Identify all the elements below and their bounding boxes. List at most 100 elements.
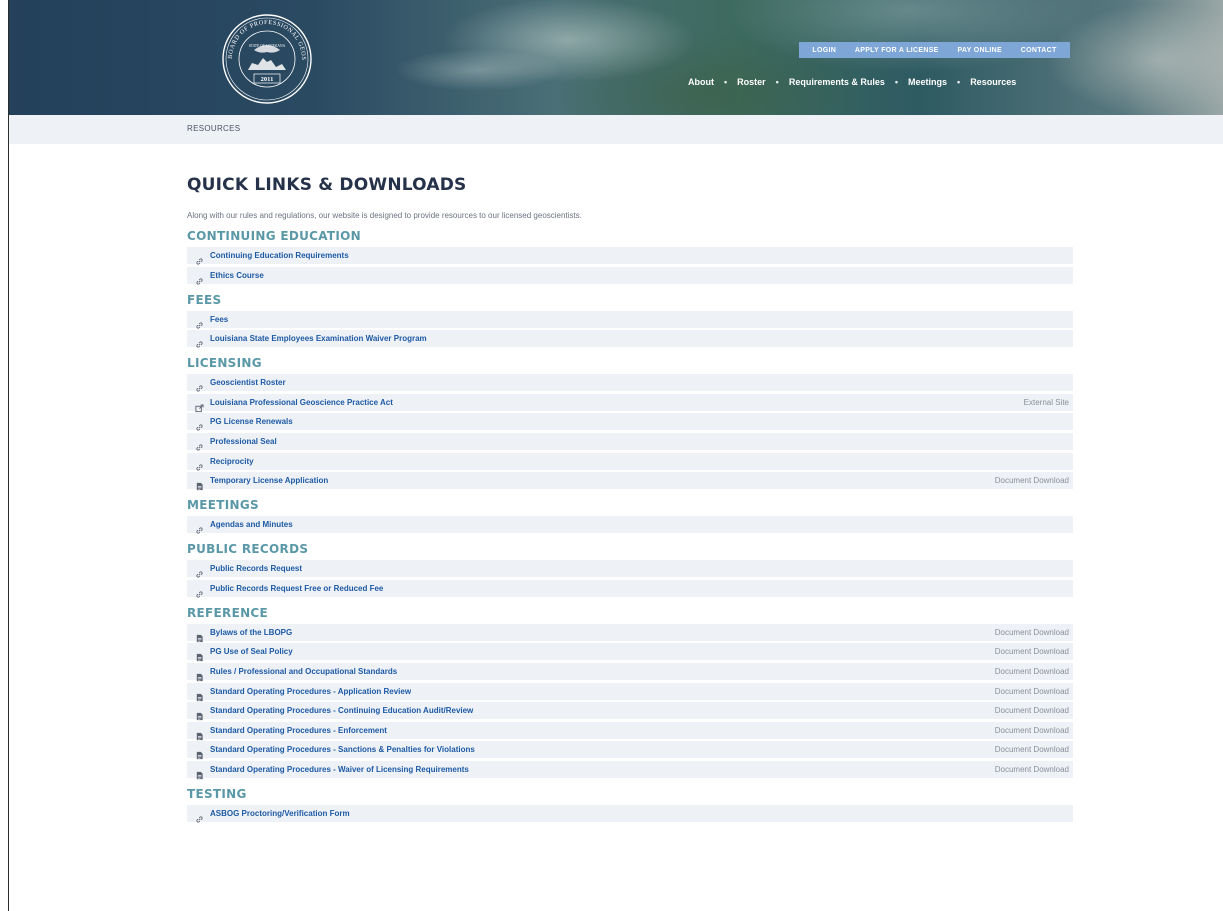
resource-link-row[interactable]: Standard Operating Procedures - Applicat… [187, 682, 1073, 701]
document-icon [195, 667, 204, 682]
resource-link-row[interactable]: Bylaws of the LBOPG Document Download [187, 623, 1073, 642]
resource-link[interactable]: ASBOG Proctoring/Verification Form [210, 809, 350, 818]
resource-link-left: Fees [195, 315, 228, 329]
nav-roster[interactable]: Roster [737, 77, 766, 87]
resource-sections: CONTINUING EDUCATION Continuing Education… [187, 229, 1073, 823]
seal-inner-text: STATE OF LOUISIANA [249, 44, 286, 48]
resource-link[interactable]: Continuing Education Requirements [210, 251, 349, 260]
resource-link[interactable]: Standard Operating Procedures - Applicat… [210, 687, 411, 696]
resource-link-row[interactable]: Public Records Request [187, 560, 1073, 578]
resource-link[interactable]: Standard Operating Procedures - Waiver o… [210, 765, 469, 774]
document-icon [195, 647, 204, 662]
intro-text: Along with our rules and regulations, ou… [187, 211, 582, 220]
resource-link-row[interactable]: Louisiana State Employees Examination Wa… [187, 330, 1073, 348]
resource-link-row[interactable]: PG License Renewals [187, 413, 1073, 431]
link-icon [195, 564, 204, 578]
resource-link[interactable]: Louisiana Professional Geoscience Practi… [210, 398, 393, 407]
resource-link-left: Standard Operating Procedures - Applicat… [195, 687, 411, 701]
resource-type-note: Document Download [994, 725, 1069, 735]
resource-type-note: Document Download [994, 686, 1069, 696]
resource-link[interactable]: Geoscientist Roster [210, 378, 286, 387]
nav-resources[interactable]: Resources [970, 77, 1016, 87]
document-icon [195, 687, 204, 701]
resource-link[interactable]: Temporary License Application [210, 476, 328, 485]
nav-meetings[interactable]: Meetings [908, 77, 947, 87]
main-content: QUICK LINKS & DOWNLOADS Along with our r… [187, 165, 1073, 825]
resource-link-row[interactable]: Professional Seal [187, 432, 1073, 451]
svg-text:BOARD OF PROFESSIONAL GEOSCIEN: BOARD OF PROFESSIONAL GEOSCIENTISTS [218, 12, 307, 61]
page-title: QUICK LINKS & DOWNLOADS [187, 175, 467, 195]
link-icon [195, 271, 204, 285]
resource-link-left: Rules / Professional and Occupational St… [195, 667, 397, 682]
breadcrumb-bar: RESOURCES [9, 115, 1223, 144]
resource-link-row[interactable]: Standard Operating Procedures - Enforcem… [187, 721, 1073, 740]
resource-link[interactable]: PG Use of Seal Policy [210, 647, 293, 656]
resource-link-left: PG License Renewals [195, 417, 293, 431]
resource-link[interactable]: Standard Operating Procedures - Continui… [210, 706, 473, 715]
link-icon [195, 457, 204, 471]
resource-link[interactable]: Professional Seal [210, 437, 277, 446]
resource-link-row[interactable]: Louisiana Professional Geoscience Practi… [187, 393, 1073, 412]
nav-separator: • [957, 77, 961, 87]
resource-link-left: Continuing Education Requirements [195, 251, 349, 265]
nav-about[interactable]: About [688, 77, 714, 87]
resource-link[interactable]: Rules / Professional and Occupational St… [210, 667, 397, 676]
resource-link[interactable]: Public Records Request Free or Reduced F… [210, 584, 383, 593]
document-icon [195, 476, 204, 491]
resource-link-row[interactable]: PG Use of Seal Policy Document Download [187, 643, 1073, 662]
resource-link-row[interactable]: Fees [187, 310, 1073, 329]
resource-link[interactable]: Fees [210, 315, 228, 324]
document-icon [195, 628, 204, 642]
resource-link-left: Louisiana State Employees Examination Wa… [195, 334, 427, 348]
resource-type-note: Document Download [994, 647, 1069, 657]
resource-link[interactable]: Louisiana State Employees Examination Wa… [210, 334, 427, 343]
resource-link-row[interactable]: ASBOG Proctoring/Verification Form [187, 804, 1073, 823]
resource-section: MEETINGS Agendas and Minutes [187, 498, 1073, 534]
resource-link-row[interactable]: Reciprocity [187, 452, 1073, 471]
link-icon [195, 809, 204, 823]
resource-link[interactable]: Ethics Course [210, 271, 264, 280]
section-heading: PUBLIC RECORDS [187, 542, 309, 557]
nav-separator: • [775, 77, 779, 87]
document-icon [195, 706, 204, 721]
resource-type-note: External Site [1023, 397, 1069, 407]
resource-link-left: Reciprocity [195, 457, 254, 471]
apply-for-license-link[interactable]: APPLY FOR A LICENSE [855, 47, 939, 54]
link-icon [195, 378, 204, 392]
resource-link[interactable]: PG License Renewals [210, 417, 293, 426]
resource-link[interactable]: Agendas and Minutes [210, 520, 293, 529]
seal-ring-text: BOARD OF PROFESSIONAL GEOSCIENTISTS [218, 12, 306, 61]
resource-link-row[interactable]: Standard Operating Procedures - Sanction… [187, 741, 1073, 760]
resource-link-left: Public Records Request Free or Reduced F… [195, 584, 383, 598]
resource-link-row[interactable]: Rules / Professional and Occupational St… [187, 662, 1073, 682]
resource-link-row[interactable]: Ethics Course [187, 266, 1073, 285]
resource-link-row[interactable]: Standard Operating Procedures - Continui… [187, 702, 1073, 721]
resource-link-left: Louisiana Professional Geoscience Practi… [195, 398, 393, 412]
resource-link-left: ASBOG Proctoring/Verification Form [195, 809, 350, 823]
resource-link-left: Professional Seal [195, 437, 277, 451]
pay-online-link[interactable]: PAY ONLINE [957, 47, 1002, 54]
breadcrumb: RESOURCES [187, 124, 241, 133]
resource-link-row[interactable]: Standard Operating Procedures - Waiver o… [187, 760, 1073, 780]
seal-logo[interactable]: BOARD OF PROFESSIONAL GEOSCIENTISTS 2011… [218, 12, 316, 106]
external-link-icon [195, 398, 204, 412]
resource-link[interactable]: Standard Operating Procedures - Enforcem… [210, 726, 387, 735]
resource-link-row[interactable]: Agendas and Minutes [187, 516, 1073, 534]
resource-link[interactable]: Bylaws of the LBOPG [210, 628, 292, 637]
resource-link-row[interactable]: Public Records Request Free or Reduced F… [187, 579, 1073, 598]
resource-link[interactable]: Public Records Request [210, 564, 302, 573]
utility-nav: LOGIN APPLY FOR A LICENSE PAY ONLINE CON… [799, 42, 1070, 58]
nav-requirements-rules[interactable]: Requirements & Rules [789, 77, 885, 87]
nav-separator: • [724, 77, 728, 87]
resource-link-row[interactable]: Continuing Education Requirements [187, 247, 1073, 265]
contact-link[interactable]: CONTACT [1021, 47, 1057, 54]
link-icon [195, 584, 204, 598]
resource-link[interactable]: Reciprocity [210, 457, 254, 466]
resource-link-row[interactable]: Temporary License Application Document Do… [187, 472, 1073, 491]
resource-link[interactable]: Standard Operating Procedures - Sanction… [210, 745, 475, 754]
resource-link-left: PG Use of Seal Policy [195, 647, 293, 662]
resource-section: FEES Fees Louisiana State Employees Examin… [187, 293, 1073, 348]
header-banner: BOARD OF PROFESSIONAL GEOSCIENTISTS 2011… [9, 0, 1223, 115]
resource-link-row[interactable]: Geoscientist Roster [187, 374, 1073, 392]
login-link[interactable]: LOGIN [812, 47, 836, 54]
